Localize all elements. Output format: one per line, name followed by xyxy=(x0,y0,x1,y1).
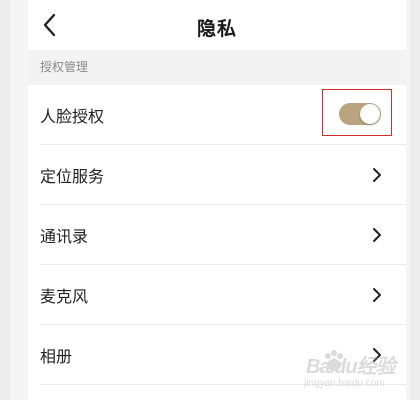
toggle-knob[interactable] xyxy=(360,104,380,124)
row-label: 通讯录 xyxy=(40,227,89,246)
row-microphone[interactable]: 麦克风 xyxy=(40,265,406,325)
row-location-service[interactable]: 定位服务 xyxy=(40,145,406,205)
nav-header: 隐私 xyxy=(28,0,406,50)
row-contacts[interactable]: 通讯录 xyxy=(40,205,406,265)
highlight-box xyxy=(322,89,392,136)
privacy-screen: 隐私 授权管理 人脸授权 定位服务 通讯录 麦克风 相册 Baidu经验 jin… xyxy=(10,0,410,400)
settings-list: 人脸授权 定位服务 通讯录 麦克风 相册 xyxy=(28,85,406,385)
section-header-authorization: 授权管理 xyxy=(28,50,406,85)
row-label: 相册 xyxy=(40,347,73,366)
row-face-authorization: 人脸授权 xyxy=(40,85,406,145)
chevron-right-icon xyxy=(373,168,381,182)
chevron-right-icon xyxy=(373,228,381,242)
row-label: 麦克风 xyxy=(40,287,89,306)
chevron-right-icon xyxy=(373,348,381,362)
row-photo-album[interactable]: 相册 xyxy=(40,325,406,385)
page-title: 隐私 xyxy=(196,18,237,40)
chevron-right-icon xyxy=(373,288,381,302)
row-label: 人脸授权 xyxy=(40,107,105,126)
row-label: 定位服务 xyxy=(40,167,105,186)
face-authorization-toggle[interactable] xyxy=(339,103,381,125)
